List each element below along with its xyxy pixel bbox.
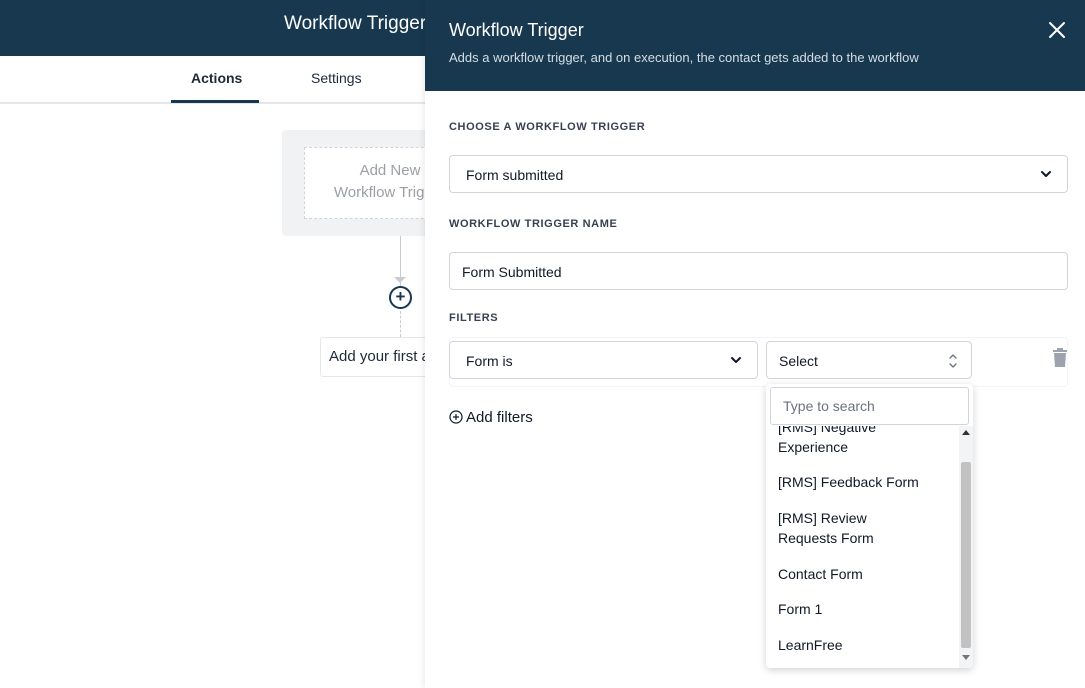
scrollbar-thumb[interactable] <box>961 462 971 648</box>
page-title: Workflow Trigger <box>284 13 427 34</box>
filter-field-select[interactable]: Form is <box>449 341 758 379</box>
trigger-name-label: WORKFLOW TRIGGER NAME <box>449 218 618 230</box>
tab-settings[interactable]: Settings <box>311 70 362 86</box>
trash-icon[interactable] <box>1051 348 1069 368</box>
trigger-type-select[interactable]: Form submitted <box>449 155 1068 193</box>
filter-value-select[interactable]: Select <box>766 341 972 379</box>
chevron-down-icon <box>731 357 741 363</box>
plus-circle-icon <box>449 410 463 424</box>
arrow-down-icon <box>394 277 406 283</box>
chevron-down-icon <box>1041 171 1051 177</box>
trigger-name-input[interactable]: Form Submitted <box>449 252 1068 290</box>
add-step-plus-icon[interactable]: + <box>389 286 412 309</box>
active-tab-indicator <box>171 100 259 103</box>
add-filters-label: Add filters <box>466 409 533 426</box>
workflow-trigger-panel: Workflow Trigger Adds a workflow trigger… <box>425 0 1085 688</box>
dropdown-option[interactable]: Form 1 <box>778 599 948 619</box>
choose-trigger-label: CHOOSE A WORKFLOW TRIGGER <box>449 121 646 133</box>
connector-dashed-line <box>400 311 401 337</box>
scroll-up-arrow-icon[interactable] <box>962 430 970 435</box>
dropdown-option[interactable]: Contact Form <box>778 564 948 584</box>
tab-actions[interactable]: Actions <box>191 70 242 86</box>
dropdown-options-list: [RMS] Negative Experience [RMS] Feedback… <box>766 426 973 668</box>
dropdown-search-box <box>770 387 969 425</box>
add-filters-button[interactable]: Add filters <box>449 409 533 426</box>
dropdown-option[interactable]: [RMS] Feedback Form <box>778 472 948 492</box>
panel-title: Workflow Trigger <box>449 20 584 40</box>
trigger-type-value: Form submitted <box>466 167 564 183</box>
close-icon[interactable] <box>1045 18 1069 42</box>
dropdown-scrollbar[interactable] <box>959 426 973 668</box>
up-down-chevron-icon <box>949 354 957 368</box>
dropdown-option[interactable]: [RMS] Negative Experience <box>778 426 948 457</box>
dropdown-option[interactable]: LearnFree <box>778 635 948 655</box>
dropdown-option[interactable]: [RMS] Review Requests Form <box>778 508 888 548</box>
filter-value-text: Select <box>779 353 818 369</box>
panel-header: Workflow Trigger Adds a workflow trigger… <box>425 0 1085 91</box>
filter-field-value: Form is <box>466 353 513 369</box>
filter-value-dropdown: [RMS] Negative Experience [RMS] Feedback… <box>766 384 973 668</box>
dropdown-search-input[interactable] <box>771 388 968 424</box>
panel-description: Adds a workflow trigger, and on executio… <box>449 50 919 65</box>
trigger-name-value: Form Submitted <box>462 264 562 280</box>
scroll-down-arrow-icon[interactable] <box>962 655 970 660</box>
filters-label: FILTERS <box>449 312 499 324</box>
